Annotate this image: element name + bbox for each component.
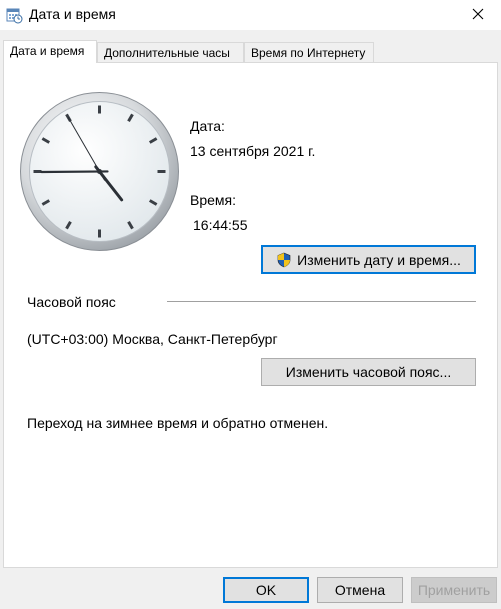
- tab-internet-time[interactable]: Время по Интернету: [244, 42, 374, 62]
- timezone-value: (UTC+03:00) Москва, Санкт-Петербург: [27, 331, 278, 347]
- clock-center-pin: [97, 169, 102, 174]
- close-button[interactable]: [455, 0, 501, 30]
- date-value: 13 сентября 2021 г.: [190, 143, 316, 159]
- tab-additional-clocks[interactable]: Дополнительные часы: [97, 42, 244, 62]
- change-timezone-button[interactable]: Изменить часовой пояс...: [261, 358, 476, 386]
- tab-date-time[interactable]: Дата и время: [3, 40, 97, 63]
- change-date-time-label: Изменить дату и время...: [297, 251, 461, 268]
- time-value: 16:44:55: [193, 217, 248, 233]
- uac-shield-icon: [276, 252, 292, 268]
- date-time-control-panel-icon: [5, 6, 23, 24]
- title-bar: Дата и время: [0, 0, 501, 30]
- ok-button[interactable]: OK: [223, 577, 309, 603]
- window-title: Дата и время: [29, 6, 116, 22]
- close-icon: [472, 8, 484, 23]
- timezone-divider: [167, 301, 476, 302]
- timezone-header: Часовой пояс: [27, 294, 116, 310]
- date-label: Дата:: [190, 118, 225, 134]
- apply-button[interactable]: Применить: [411, 577, 497, 603]
- change-date-time-button[interactable]: Изменить дату и время...: [261, 245, 476, 274]
- cancel-button[interactable]: Отмена: [317, 577, 403, 603]
- analog-clock: [19, 91, 180, 252]
- time-label: Время:: [190, 192, 237, 208]
- dst-note: Переход на зимнее время и обратно отмене…: [27, 415, 329, 431]
